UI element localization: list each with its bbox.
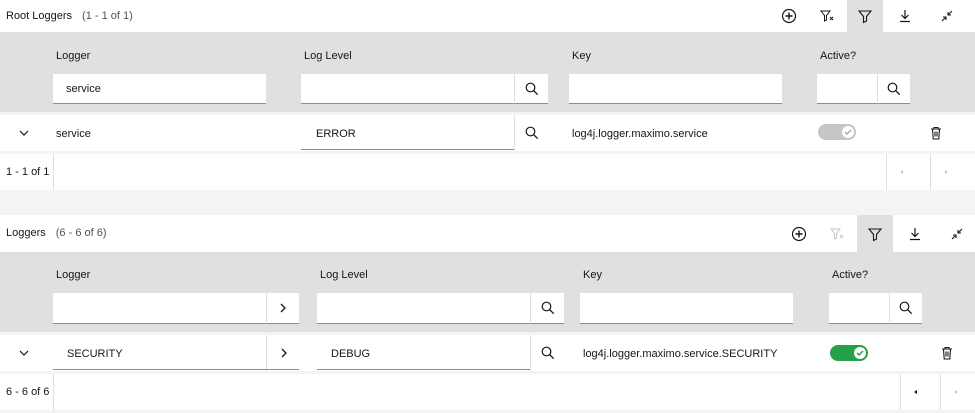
caret-right-icon	[955, 390, 958, 394]
active-toggle[interactable]	[830, 345, 868, 361]
root-loggers-toolbar: Root Loggers (1 - 1 of 1)	[0, 0, 975, 32]
filter-icon[interactable]	[847, 0, 883, 32]
chevron-right-icon	[280, 303, 286, 313]
delete-icon[interactable]	[940, 346, 954, 363]
loggers-pagination: 6 - 6 of 6	[0, 374, 975, 410]
clear-filter-icon[interactable]	[809, 0, 845, 32]
next-page-button[interactable]	[930, 154, 961, 190]
active-toggle[interactable]	[818, 124, 856, 140]
log-level-lookup-button[interactable]	[514, 115, 549, 151]
root-loggers-pagination: 1 - 1 of 1	[0, 154, 975, 190]
root-loggers-header: Logger Log Level Key Active?	[0, 32, 975, 112]
loggers-title-text: Loggers	[6, 227, 46, 239]
search-icon	[541, 301, 554, 315]
active-filter-search-button[interactable]	[877, 74, 910, 104]
logger-filter-input[interactable]	[53, 74, 266, 104]
logger-filter-input[interactable]	[53, 293, 266, 324]
loggers-toolbar: Loggers (6 - 6 of 6)	[0, 215, 975, 252]
add-icon[interactable]	[771, 0, 807, 32]
pagination-divider	[53, 154, 54, 190]
log-level-underline	[317, 369, 530, 370]
logger-underline	[53, 369, 266, 370]
pagination-divider	[53, 374, 54, 410]
active-filter-input[interactable]	[817, 74, 877, 104]
log-level-filter-input[interactable]	[301, 74, 514, 104]
checkmark-icon	[854, 347, 866, 359]
loggers-header: Logger Log Level Key Active?	[0, 252, 975, 332]
logger-expand-underline	[266, 369, 299, 370]
search-icon	[887, 82, 901, 95]
log-level-value[interactable]: ERROR	[316, 128, 356, 140]
caret-right-icon	[945, 170, 948, 174]
root-loggers-count: (1 - 1 of 1)	[82, 10, 133, 22]
checkmark-icon	[842, 126, 854, 138]
column-header-active[interactable]: Active?	[820, 50, 856, 62]
key-value: log4j.logger.maximo.service.SECURITY	[583, 348, 778, 360]
search-icon	[525, 126, 539, 140]
log-level-filter-search-button[interactable]	[514, 74, 548, 104]
table-row: SECURITY DEBUG log4j.logger.maximo.servi…	[0, 335, 975, 371]
search-icon	[899, 301, 913, 315]
logger-filter-expand-button[interactable]	[266, 293, 299, 324]
filter-icon[interactable]	[857, 215, 893, 252]
chevron-down-icon[interactable]	[18, 347, 30, 362]
delete-icon[interactable]	[929, 126, 943, 143]
log-level-filter-search-button[interactable]	[530, 293, 564, 324]
chevron-right-icon	[281, 348, 287, 358]
root-loggers-title: Root Loggers (1 - 1 of 1)	[6, 0, 133, 32]
collapse-icon[interactable]	[939, 215, 975, 252]
column-header-logger[interactable]: Logger	[56, 269, 90, 281]
column-header-log-level[interactable]: Log Level	[320, 269, 368, 281]
key-filter-input[interactable]	[580, 293, 793, 324]
log-level-value[interactable]: DEBUG	[331, 348, 370, 360]
table-row: service ERROR log4j.logger.maximo.servic…	[0, 115, 975, 151]
collapse-icon[interactable]	[929, 0, 965, 32]
column-header-logger[interactable]: Logger	[56, 50, 90, 62]
key-filter-input[interactable]	[569, 74, 782, 104]
column-header-log-level[interactable]: Log Level	[304, 50, 352, 62]
root-loggers-title-text: Root Loggers	[6, 10, 73, 22]
previous-page-button[interactable]	[900, 374, 931, 410]
search-icon	[541, 346, 555, 360]
log-level-underline	[301, 149, 514, 150]
pagination-text: 6 - 6 of 6	[6, 386, 50, 398]
add-icon[interactable]	[781, 215, 817, 252]
chevron-down-icon[interactable]	[18, 127, 30, 142]
column-header-key[interactable]: Key	[583, 269, 602, 281]
caret-left-icon	[914, 390, 917, 394]
pagination-text: 1 - 1 of 1	[6, 166, 50, 178]
download-icon[interactable]	[887, 0, 923, 32]
column-header-active[interactable]: Active?	[832, 269, 868, 281]
download-icon[interactable]	[897, 215, 933, 252]
logger-value[interactable]: SECURITY	[67, 348, 123, 360]
clear-filter-icon[interactable]	[819, 215, 855, 252]
logger-expand-button[interactable]	[266, 335, 300, 371]
active-filter-search-button[interactable]	[889, 293, 922, 324]
previous-page-button[interactable]	[886, 154, 917, 190]
next-page-button[interactable]	[940, 374, 971, 410]
caret-left-icon	[900, 170, 903, 174]
key-value: log4j.logger.maximo.service	[572, 128, 708, 140]
log-level-filter-input[interactable]	[317, 293, 530, 324]
loggers-title: Loggers (6 - 6 of 6)	[6, 215, 107, 252]
search-icon	[525, 82, 538, 95]
log-level-lookup-button[interactable]	[530, 335, 565, 371]
active-filter-input[interactable]	[829, 293, 889, 324]
logger-value: service	[56, 128, 91, 140]
column-header-key[interactable]: Key	[572, 50, 591, 62]
loggers-count: (6 - 6 of 6)	[55, 227, 107, 239]
